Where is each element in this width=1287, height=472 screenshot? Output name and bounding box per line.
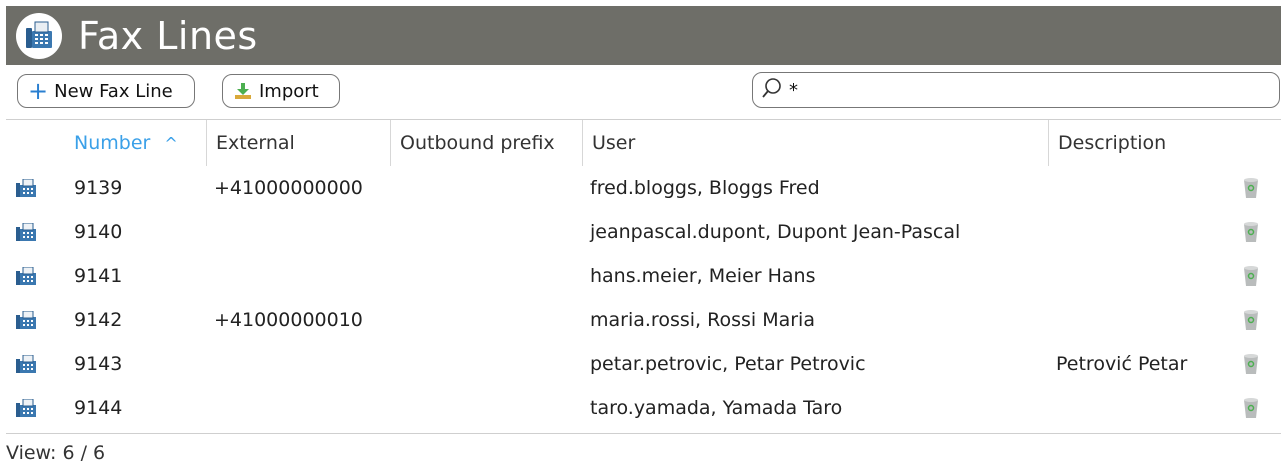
column-header-label: User	[592, 132, 636, 154]
number-cell: 9143	[74, 353, 123, 375]
page-title: Fax Lines	[78, 13, 258, 58]
column-header-number[interactable]: Number ^	[65, 120, 206, 166]
column-header-label: Number	[74, 132, 151, 154]
import-icon	[233, 81, 253, 101]
table-row[interactable]: 9140 jeanpascal.dupont, Dupont Jean-Pasc…	[6, 210, 1281, 254]
number-cell: 9141	[74, 265, 123, 287]
search-icon	[761, 77, 783, 104]
plus-icon: +	[28, 77, 49, 105]
user-cell: taro.yamada, Yamada Taro	[590, 397, 843, 419]
title-bar: Fax Lines	[6, 6, 1281, 65]
table-header: Number ^ External Outbound prefix User D…	[6, 120, 1281, 166]
fax-line-icon	[16, 386, 46, 430]
column-header-label: Description	[1058, 132, 1167, 154]
user-cell: jeanpascal.dupont, Dupont Jean-Pascal	[590, 221, 961, 243]
column-header-external[interactable]: External	[206, 120, 390, 166]
description-cell: Petrović Petar	[1056, 353, 1188, 375]
fax-line-icon	[16, 166, 46, 210]
sort-ascending-icon: ^	[164, 133, 178, 153]
trash-icon[interactable]	[1243, 386, 1267, 430]
trash-icon[interactable]	[1243, 298, 1267, 342]
new-fax-line-button[interactable]: + New Fax Line	[17, 74, 195, 108]
fax-lines-table: Number ^ External Outbound prefix User D…	[6, 119, 1281, 434]
toolbar: + New Fax Line Import	[6, 65, 1281, 119]
footer: View: 6 / 6	[6, 434, 1281, 472]
column-header-label: Outbound prefix	[400, 132, 555, 154]
fax-line-icon	[16, 342, 46, 386]
trash-icon[interactable]	[1243, 210, 1267, 254]
external-cell: +41000000010	[214, 309, 363, 331]
number-cell: 9139	[74, 177, 123, 199]
fax-line-icon	[16, 210, 46, 254]
user-cell: petar.petrovic, Petar Petrovic	[590, 353, 866, 375]
fax-machine-icon	[10, 10, 68, 62]
column-header-label: External	[216, 132, 295, 154]
fax-line-icon	[16, 298, 46, 342]
view-count: View: 6 / 6	[6, 442, 106, 464]
import-label: Import	[259, 80, 319, 102]
trash-icon[interactable]	[1243, 342, 1267, 386]
import-button[interactable]: Import	[222, 74, 340, 108]
column-header-description[interactable]: Description	[1048, 120, 1228, 166]
table-row[interactable]: 9139 +41000000000 fred.bloggs, Bloggs Fr…	[6, 166, 1281, 210]
trash-icon[interactable]	[1243, 254, 1267, 298]
column-header-user[interactable]: User	[582, 120, 1048, 166]
number-cell: 9144	[74, 397, 123, 419]
table-row[interactable]: 9144 taro.yamada, Yamada Taro	[6, 386, 1281, 430]
new-fax-line-label: New Fax Line	[54, 80, 173, 102]
number-cell: 9142	[74, 309, 123, 331]
search-box[interactable]	[752, 72, 1280, 108]
table-row[interactable]: 9143 petar.petrovic, Petar Petrovic Petr…	[6, 342, 1281, 386]
user-cell: hans.meier, Meier Hans	[590, 265, 816, 287]
column-header-outbound-prefix[interactable]: Outbound prefix	[390, 120, 582, 166]
external-cell: +41000000000	[214, 177, 363, 199]
search-input[interactable]	[789, 79, 1269, 101]
number-cell: 9140	[74, 221, 123, 243]
user-cell: fred.bloggs, Bloggs Fred	[590, 177, 820, 199]
table-row[interactable]: 9142 +41000000010 maria.rossi, Rossi Mar…	[6, 298, 1281, 342]
table-row[interactable]: 9141 hans.meier, Meier Hans	[6, 254, 1281, 298]
fax-line-icon	[16, 254, 46, 298]
user-cell: maria.rossi, Rossi Maria	[590, 309, 815, 331]
trash-icon[interactable]	[1243, 166, 1267, 210]
